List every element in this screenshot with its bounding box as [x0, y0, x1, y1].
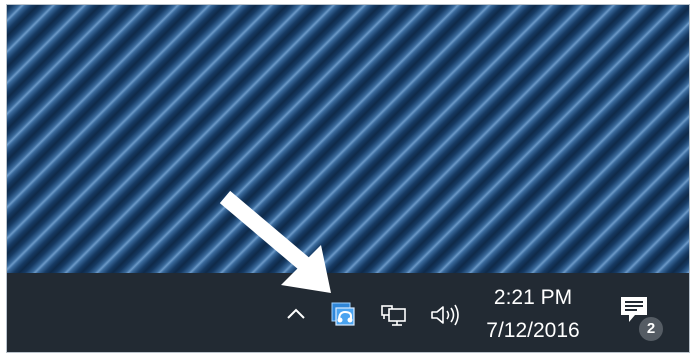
volume-icon[interactable] — [429, 303, 461, 327]
taskbar-clock[interactable]: 2:21 PM 7/12/2016 — [467, 283, 599, 347]
taskbar: 2:21 PM 7/12/2016 2 — [7, 273, 689, 352]
app-tray-icon[interactable] — [330, 301, 356, 327]
clock-date: 7/12/2016 — [486, 319, 580, 342]
action-center-button[interactable]: 2 — [617, 293, 665, 343]
screenshot-frame: 2:21 PM 7/12/2016 2 — [6, 4, 690, 353]
network-icon[interactable] — [380, 303, 408, 327]
desktop-wallpaper — [7, 5, 689, 273]
clock-time: 2:21 PM — [493, 286, 573, 309]
notification-count-badge: 2 — [637, 315, 665, 343]
chevron-up-icon[interactable] — [285, 303, 307, 325]
